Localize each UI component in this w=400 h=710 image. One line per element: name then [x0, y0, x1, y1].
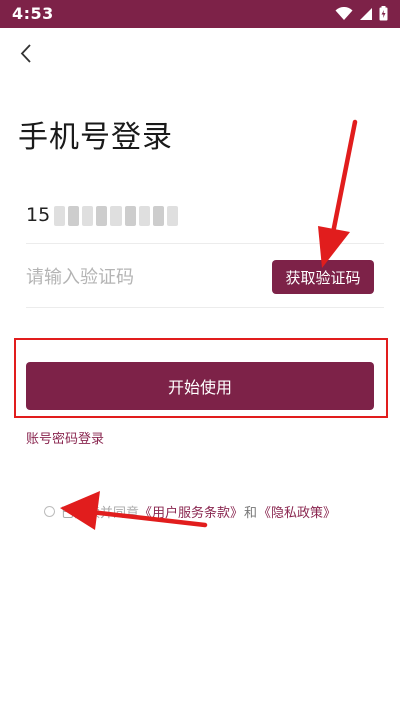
agreement-row: 已阅读并同意 《用户服务条款》 和 《隐私政策》 — [44, 501, 336, 521]
wifi-icon — [335, 6, 353, 21]
battery-icon — [379, 6, 388, 21]
phone-number-masked — [54, 206, 178, 226]
agree-radio[interactable] — [44, 505, 55, 517]
chevron-left-icon — [14, 44, 42, 72]
get-code-button[interactable]: 获取验证码 — [272, 260, 374, 294]
phone-field[interactable]: 15 — [26, 196, 384, 244]
privacy-link[interactable]: 《隐私政策》 — [258, 502, 336, 521]
and-text: 和 — [244, 505, 258, 521]
back-button[interactable] — [14, 40, 42, 68]
account-login-link[interactable]: 账号密码登录 — [26, 428, 104, 447]
code-input[interactable] — [26, 262, 256, 292]
signal-icon — [359, 7, 373, 21]
status-icons — [335, 6, 388, 21]
start-button[interactable]: 开始使用 — [26, 362, 374, 410]
arrow-to-get-code-icon — [318, 119, 358, 268]
status-bar: 4:53 — [0, 0, 400, 28]
terms-link[interactable]: 《用户服务条款》 — [139, 502, 243, 521]
agree-text: 已阅读并同意 — [61, 505, 140, 521]
code-row: 获取验证码 — [26, 252, 384, 308]
status-time: 4:53 — [12, 4, 54, 23]
page-title: 手机号登录 — [18, 120, 173, 155]
phone-number-prefix: 15 — [26, 204, 51, 226]
